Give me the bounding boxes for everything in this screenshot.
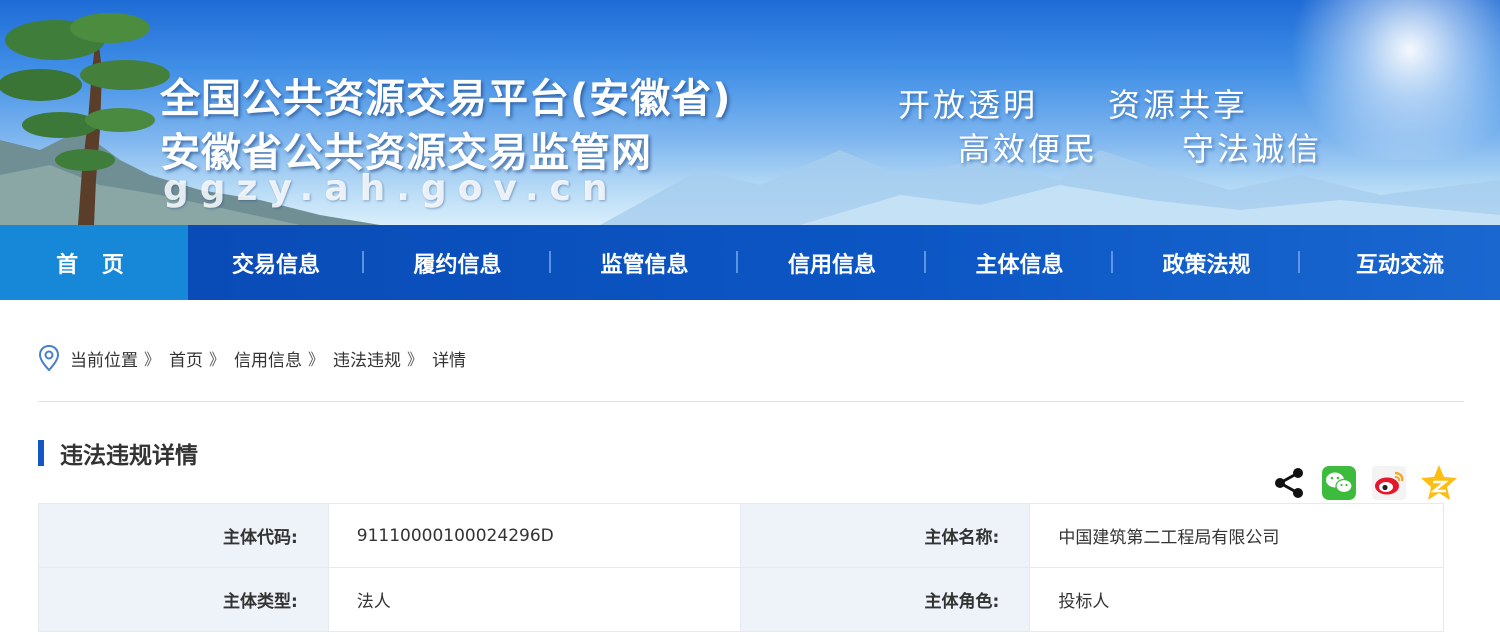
table-row: 主体类型: 法人 主体角色: 投标人 <box>38 567 1444 632</box>
detail-table: 主体代码: 91110000100024296D 主体名称: 中国建筑第二工程局… <box>38 503 1444 632</box>
nav-performance-info[interactable]: 履约信息 <box>364 225 551 300</box>
slogan-4: 守法诚信 <box>1182 130 1323 168</box>
nav-label: 信用信息 <box>787 252 876 278</box>
entity-name-value: 中国建筑第二工程局有限公司 <box>1029 503 1444 568</box>
breadcrumb-credit-link[interactable]: 信用信息 <box>234 346 302 371</box>
section-header: 违法违规详情 <box>38 438 198 469</box>
slogan-3: 高效便民 <box>958 130 1099 168</box>
banner-title-line1: 全国公共资源交易平台(安徽省) <box>160 76 732 122</box>
slogan-1: 开放透明 <box>898 86 1039 124</box>
nav-credit-info[interactable]: 信用信息 <box>738 225 926 300</box>
section-accent-bar <box>38 440 44 466</box>
nav-label: 政策法规 <box>1162 252 1251 278</box>
breadcrumb-separator: 》 <box>209 350 226 369</box>
nav-supervision-info[interactable]: 监管信息 <box>551 225 738 300</box>
nav-label: 履约信息 <box>413 252 502 278</box>
location-pin-icon <box>38 345 60 371</box>
breadcrumb-separator: 》 <box>308 350 325 369</box>
weibo-icon[interactable] <box>1370 464 1408 502</box>
nav-interaction[interactable]: 互动交流 <box>1300 225 1500 300</box>
entity-code-label: 主体代码: <box>38 503 329 568</box>
nav-label: 互动交流 <box>1355 252 1444 278</box>
site-banner: 全国公共资源交易平台(安徽省) 安徽省公共资源交易监管网 ggzy.ah.gov… <box>0 0 1500 225</box>
entity-role-label: 主体角色: <box>739 567 1031 632</box>
breadcrumb-separator: 》 <box>144 350 161 369</box>
nav-label: 主体信息 <box>975 252 1064 278</box>
breadcrumb-detail: 详情 <box>432 350 467 371</box>
entity-role-value: 投标人 <box>1029 567 1444 632</box>
entity-type-value: 法人 <box>327 567 741 632</box>
banner-domain: ggzy.ah.gov.cn <box>163 168 619 209</box>
divider <box>38 401 1464 402</box>
nav-label: 监管信息 <box>600 252 689 278</box>
section-title: 违法违规详情 <box>60 443 198 469</box>
qzone-icon[interactable] <box>1420 464 1458 502</box>
entity-code-value: 91110000100024296D <box>327 503 741 568</box>
nav-policy[interactable]: 政策法规 <box>1113 225 1300 300</box>
breadcrumb: 当前位置 》 首页 》 信用信息 》 违法违规 》 详情 <box>38 340 466 376</box>
main-nav: 首 页 交易信息 履约信息 监管信息 信用信息 主体信息 政策法规 互动交流 <box>0 225 1500 300</box>
entity-name-label: 主体名称: <box>739 503 1031 568</box>
breadcrumb-current-position: 当前位置 <box>70 350 138 371</box>
share-bar <box>1270 464 1470 502</box>
nav-trade-info[interactable]: 交易信息 <box>188 225 364 300</box>
wechat-icon[interactable] <box>1320 464 1358 502</box>
entity-type-label: 主体类型: <box>38 567 329 632</box>
share-icon[interactable] <box>1270 464 1308 502</box>
table-row: 主体代码: 91110000100024296D 主体名称: 中国建筑第二工程局… <box>38 503 1444 568</box>
breadcrumb-separator: 》 <box>407 350 424 369</box>
breadcrumb-violation-link[interactable]: 违法违规 <box>333 346 401 371</box>
nav-entity-info[interactable]: 主体信息 <box>926 225 1113 300</box>
slogan-2: 资源共享 <box>1108 86 1249 124</box>
nav-label: 交易信息 <box>231 252 320 278</box>
breadcrumb-home-link[interactable]: 首页 <box>169 346 203 371</box>
nav-home[interactable]: 首 页 <box>0 225 188 300</box>
